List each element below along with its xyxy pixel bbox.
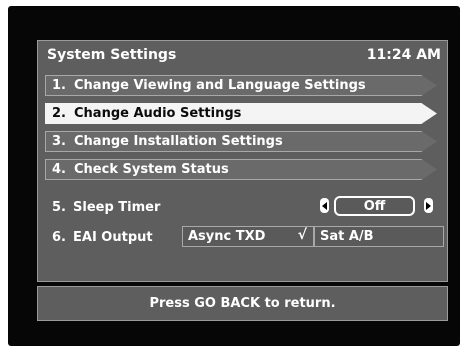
eai-output-label: EAI Output xyxy=(73,229,153,245)
clock: 11:24 AM xyxy=(366,47,441,63)
menu-item-label: Change Installation Settings xyxy=(74,134,283,149)
menu-item-number: 4. xyxy=(52,162,66,177)
menu-item-label: Change Viewing and Language Settings xyxy=(74,78,366,93)
system-settings-window: System Settings 11:24 AM 1. Change Viewi… xyxy=(37,40,448,282)
eai-option-label: Async TXD xyxy=(188,229,266,244)
footer-text: Press GO BACK to return. xyxy=(149,296,336,311)
menu-item-number: 2. xyxy=(52,106,66,121)
sleep-timer-value[interactable]: Off xyxy=(334,196,415,216)
menu-item-number: 3. xyxy=(52,134,66,149)
sleep-timer-number: 5. xyxy=(52,199,66,215)
eai-option-label: Sat A/B xyxy=(320,229,374,244)
sleep-timer-left-arrow-icon[interactable] xyxy=(320,198,329,213)
sleep-timer-right-arrow-icon[interactable] xyxy=(424,198,433,213)
menu-item-number: 1. xyxy=(52,78,66,93)
eai-output-row: 6. EAI Output xyxy=(52,226,153,248)
title-bar: System Settings 11:24 AM xyxy=(38,41,447,69)
menu-item-label: Check System Status xyxy=(74,162,229,177)
footer-hint: Press GO BACK to return. xyxy=(37,286,448,321)
menu-item-label: Change Audio Settings xyxy=(74,106,242,121)
menu-item-audio[interactable]: 2. Change Audio Settings xyxy=(45,103,437,124)
eai-option-async-txd[interactable]: Async TXD √ xyxy=(182,226,314,247)
sleep-timer-row: 5. Sleep Timer xyxy=(52,196,160,218)
eai-option-sat-ab[interactable]: Sat A/B xyxy=(314,226,444,247)
eai-output-number: 6. xyxy=(52,229,66,245)
menu-item-viewing-language[interactable]: 1. Change Viewing and Language Settings xyxy=(45,75,437,96)
menu-item-installation[interactable]: 3. Change Installation Settings xyxy=(45,131,437,152)
checkmark-icon: √ xyxy=(297,227,307,243)
menu-item-system-status[interactable]: 4. Check System Status xyxy=(45,159,437,180)
window-title: System Settings xyxy=(47,47,177,63)
sleep-timer-label: Sleep Timer xyxy=(73,199,161,215)
